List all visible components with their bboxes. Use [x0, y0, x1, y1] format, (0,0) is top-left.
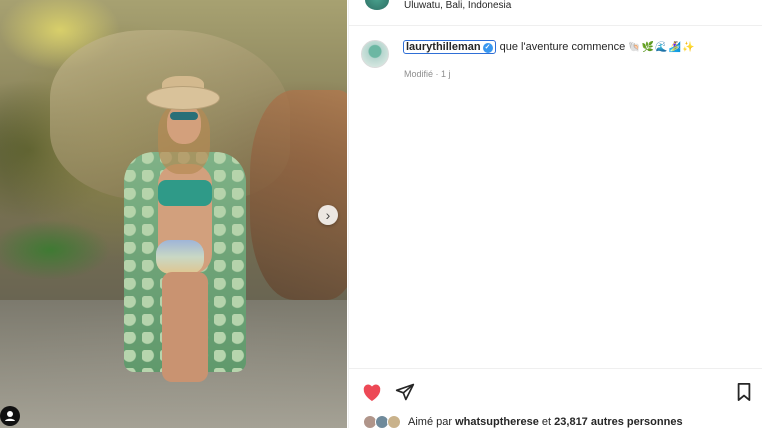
post-details-panel: Uluwatu, Bali, Indonesia laurythilleman ✓… [348, 0, 762, 428]
likes-prefix: Aimé par [408, 416, 453, 428]
location-link[interactable]: Uluwatu, Bali, Indonesia [404, 0, 511, 11]
likes-summary: Aimé par whatsuptherese et 23,817 autres… [408, 416, 683, 428]
username-link[interactable]: laurythilleman ✓ [403, 40, 496, 54]
post-photo[interactable]: › [0, 0, 347, 428]
user-tag-icon[interactable] [0, 406, 20, 426]
sunglasses [170, 112, 198, 120]
legs [162, 272, 208, 382]
caption-text: que l'aventure commence [499, 41, 626, 53]
likes-middle: et [541, 416, 552, 428]
belt-bag [156, 240, 204, 274]
bookmark-icon[interactable] [735, 382, 753, 402]
avatar [387, 415, 401, 428]
cliff-rock [250, 90, 347, 300]
bikini-top [158, 180, 212, 206]
heart-icon[interactable] [361, 382, 383, 402]
straw-hat [146, 86, 220, 110]
chevron-right-icon[interactable]: › [318, 205, 338, 225]
caption-emojis: 🐚🌿🌊🏄‍♀️✨ [628, 42, 696, 53]
caption: laurythilleman ✓ que l'aventure commence … [403, 40, 696, 54]
liked-by-avatars[interactable] [363, 415, 407, 428]
face [167, 104, 201, 144]
avatar[interactable] [365, 0, 389, 10]
edited-timestamp: Modifié · 1 j [404, 69, 451, 79]
likes-count-link[interactable]: 23,817 autres personnes [554, 416, 682, 428]
send-icon[interactable] [395, 382, 415, 402]
liker-username-link[interactable]: whatsuptherese [455, 416, 539, 428]
person-in-photo [120, 76, 250, 382]
actions-bar: Aimé par whatsuptherese et 23,817 autres… [349, 368, 762, 428]
post-header: Uluwatu, Bali, Indonesia [349, 0, 762, 26]
verified-badge-icon: ✓ [482, 43, 493, 53]
username-text: laurythilleman [406, 41, 481, 53]
caption-avatar[interactable] [361, 40, 389, 68]
